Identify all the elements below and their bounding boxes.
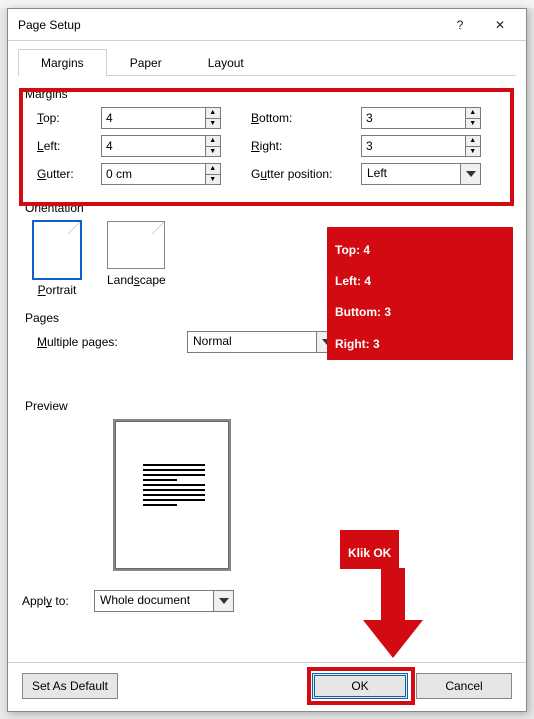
top-input[interactable]	[101, 107, 206, 129]
gutter-input[interactable]	[101, 163, 206, 185]
cancel-label: Cancel	[445, 679, 482, 693]
right-spinner[interactable]: ▲▼	[361, 135, 481, 157]
spin-down-icon[interactable]: ▼	[466, 146, 481, 158]
orientation-label: Orientation	[25, 201, 511, 215]
spin-down-icon[interactable]: ▼	[466, 118, 481, 130]
right-label: Right:	[251, 139, 361, 153]
apply-to-value: Whole document	[94, 590, 214, 612]
chevron-down-icon[interactable]	[461, 163, 481, 185]
bottom-input[interactable]	[361, 107, 466, 129]
pages-label: Pages	[25, 311, 511, 325]
multiple-pages-value: Normal	[187, 331, 317, 353]
spin-down-icon[interactable]: ▼	[206, 174, 221, 186]
close-icon: ✕	[495, 18, 505, 32]
apply-to-dropdown[interactable]: Whole document	[94, 590, 234, 612]
tab-margins[interactable]: Margins	[18, 49, 107, 76]
close-button[interactable]: ✕	[480, 11, 520, 39]
orientation-portrait[interactable]: Portrait	[33, 221, 81, 297]
spin-up-icon[interactable]: ▲	[206, 163, 221, 174]
top-spinner[interactable]: ▲▼	[101, 107, 221, 129]
help-icon: ?	[457, 18, 464, 32]
page-setup-dialog: Page Setup ? ✕ Margins Paper Layout Marg…	[7, 8, 527, 712]
title-bar: Page Setup ? ✕	[8, 9, 526, 41]
preview-label: Preview	[25, 399, 511, 413]
tab-body: Margins Top: ▲▼ Bottom: ▲▼ Left: ▲▼ Righ…	[8, 76, 526, 696]
gutter-spinner[interactable]: ▲▼	[101, 163, 221, 185]
tab-layout-label: Layout	[208, 56, 244, 70]
portrait-icon	[33, 221, 81, 279]
gutter-label: Gutter:	[37, 167, 101, 181]
landscape-label: Landscape	[107, 273, 166, 287]
bottom-label: Bottom:	[251, 111, 361, 125]
spin-down-icon[interactable]: ▼	[206, 146, 221, 158]
cancel-button[interactable]: Cancel	[416, 673, 512, 699]
orientation-landscape[interactable]: Landscape	[107, 221, 166, 297]
gutter-position-value: Left	[361, 163, 461, 185]
gutter-position-label: Gutter position:	[251, 167, 361, 181]
preview-group: Preview	[22, 394, 512, 572]
chevron-down-icon[interactable]	[214, 590, 234, 612]
spin-up-icon[interactable]: ▲	[466, 135, 481, 146]
help-button[interactable]: ?	[440, 11, 480, 39]
multiple-pages-label: Multiple pages:	[37, 335, 187, 349]
top-label: Top:	[37, 111, 101, 125]
landscape-icon	[107, 221, 165, 269]
spin-up-icon[interactable]: ▲	[206, 107, 221, 118]
bottom-spinner[interactable]: ▲▼	[361, 107, 481, 129]
gutter-position-dropdown[interactable]: Left	[361, 163, 481, 185]
tab-paper[interactable]: Paper	[107, 49, 185, 76]
preview-page-icon	[113, 419, 231, 571]
right-input[interactable]	[361, 135, 466, 157]
ok-button[interactable]: OK	[312, 673, 408, 699]
orientation-group: Orientation Portrait Landscape	[22, 196, 512, 302]
left-input[interactable]	[101, 135, 206, 157]
tab-strip: Margins Paper Layout	[18, 49, 516, 76]
spin-up-icon[interactable]: ▲	[466, 107, 481, 118]
apply-to-label: Apply to:	[22, 594, 94, 608]
spin-up-icon[interactable]: ▲	[206, 135, 221, 146]
title-text: Page Setup	[18, 18, 440, 32]
ok-label: OK	[351, 679, 368, 693]
tab-layout[interactable]: Layout	[185, 49, 267, 76]
left-label: Left:	[37, 139, 101, 153]
portrait-label: Portrait	[33, 283, 81, 297]
dialog-buttons: Set As Default OK Cancel	[8, 662, 526, 711]
left-spinner[interactable]: ▲▼	[101, 135, 221, 157]
multiple-pages-dropdown[interactable]: Normal	[187, 331, 337, 353]
background-strip	[0, 0, 534, 8]
margins-label: Margins	[25, 87, 511, 101]
margins-group: Margins Top: ▲▼ Bottom: ▲▼ Left: ▲▼ Righ…	[22, 82, 512, 192]
set-as-default-button[interactable]: Set As Default	[22, 673, 118, 699]
set-as-default-label: Set As Default	[32, 679, 108, 693]
spin-down-icon[interactable]: ▼	[206, 118, 221, 130]
tab-paper-label: Paper	[130, 56, 162, 70]
pages-group: Pages Multiple pages: Normal	[22, 306, 512, 360]
tab-margins-label: Margins	[41, 56, 84, 70]
chevron-down-icon[interactable]	[317, 331, 337, 353]
